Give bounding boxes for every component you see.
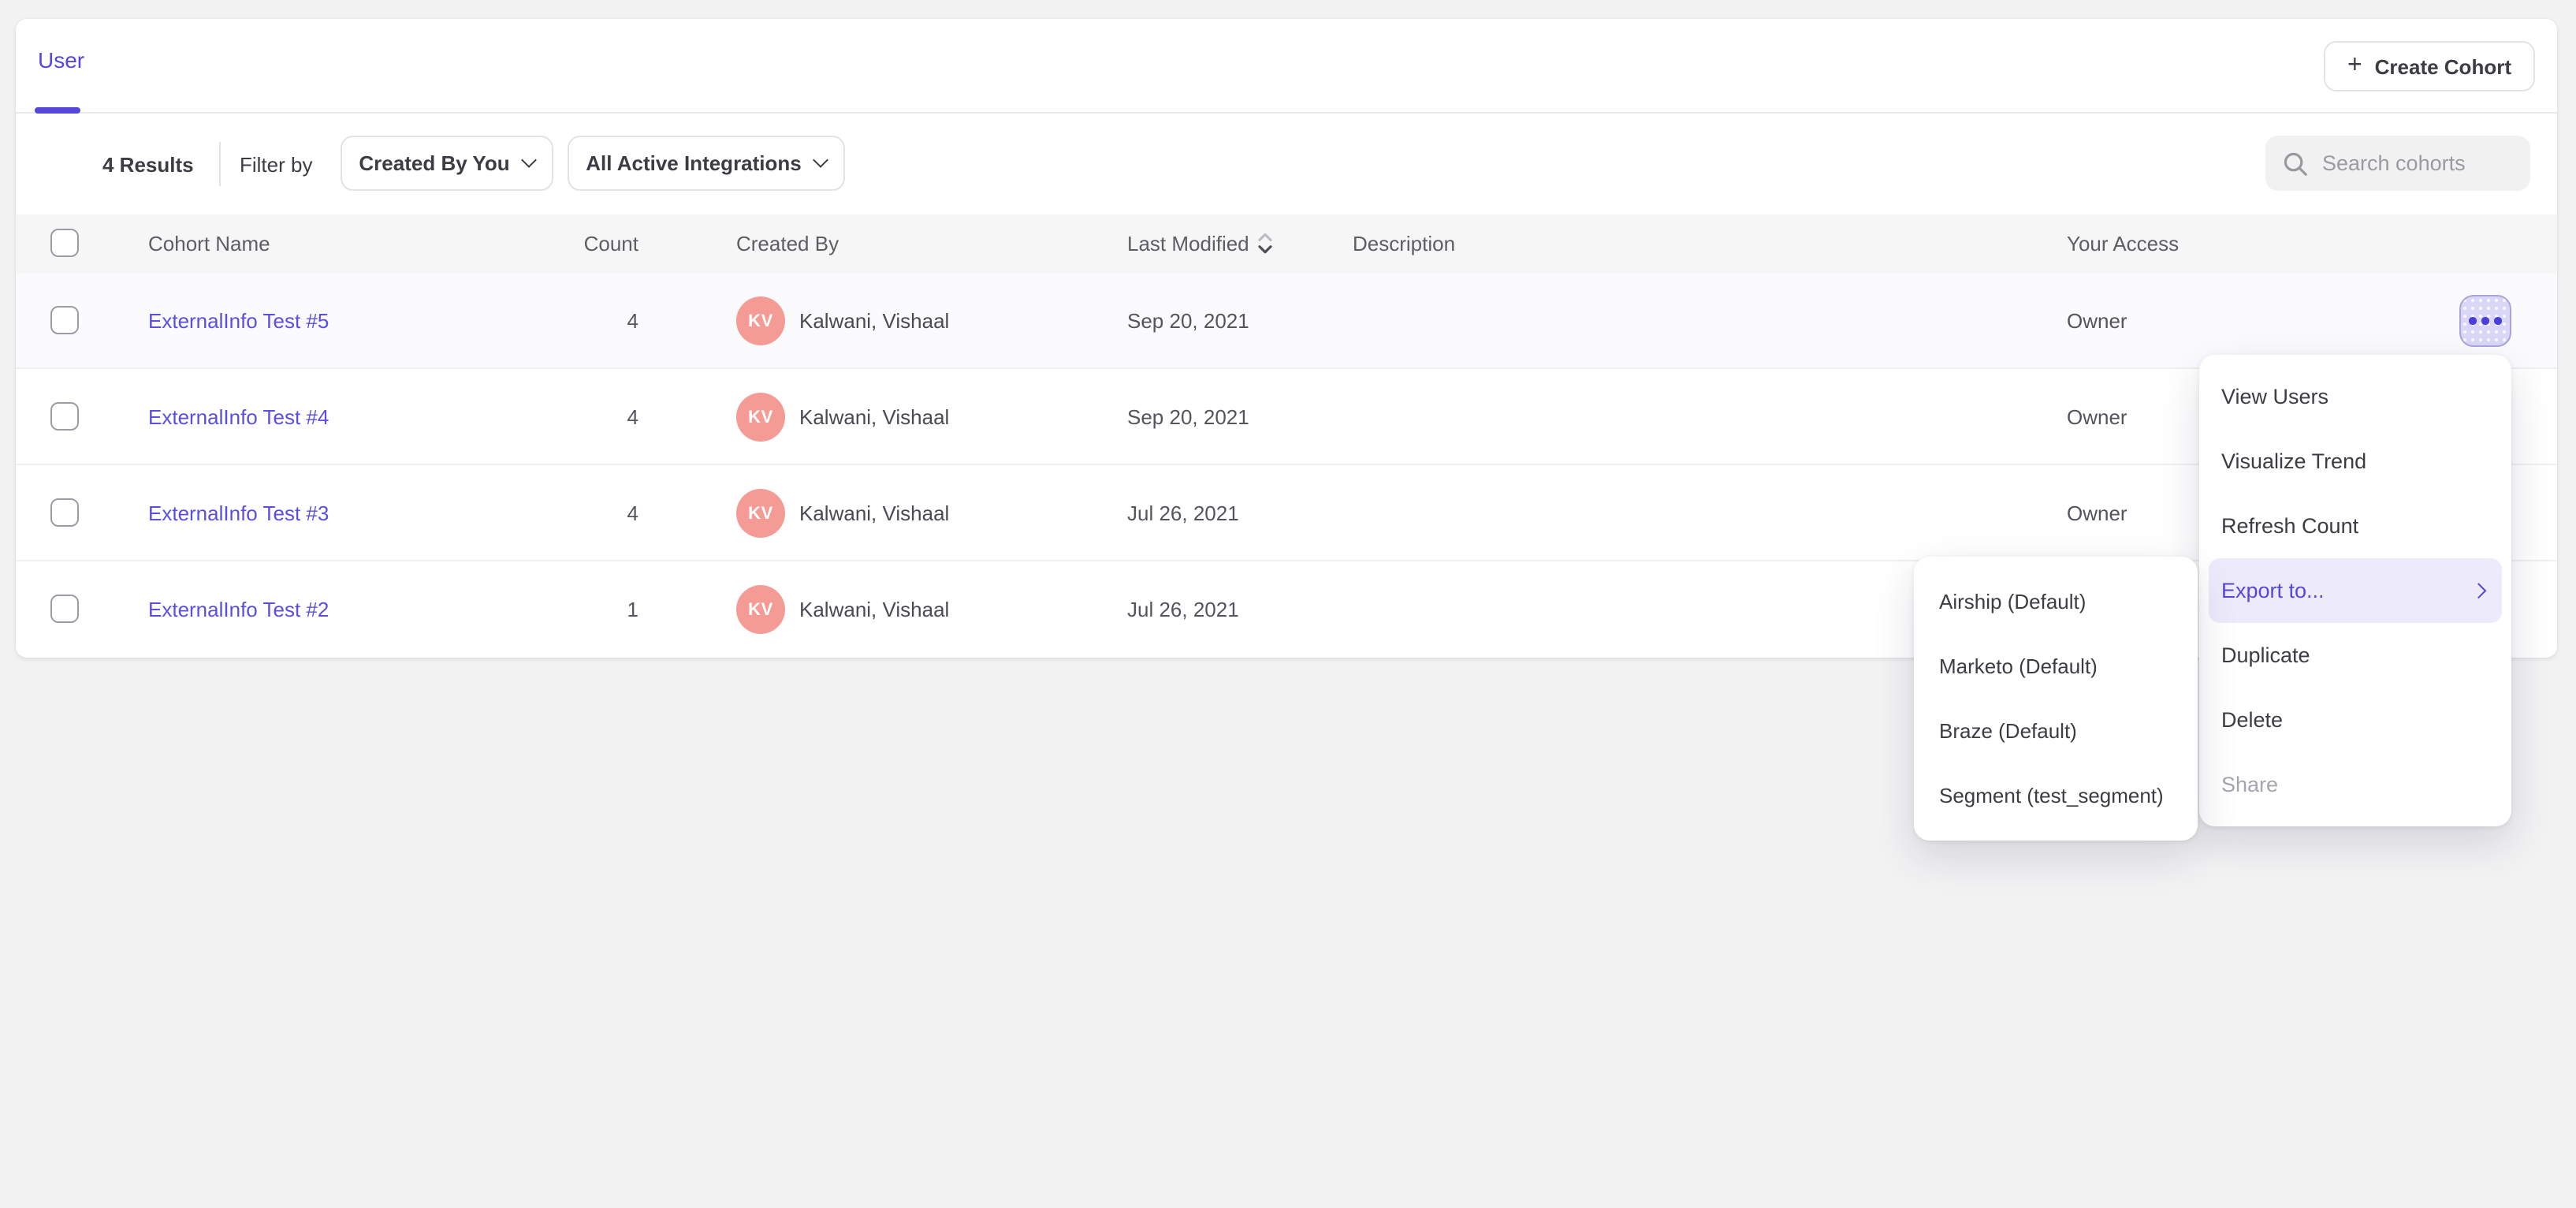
sort-descending-icon[interactable] <box>1259 232 1273 255</box>
row-checkbox[interactable] <box>50 402 79 431</box>
header-cohort-name: Cohort Name <box>148 214 270 273</box>
plus-icon: + <box>2347 53 2362 78</box>
create-cohort-button[interactable]: + Create Cohort <box>2324 41 2535 91</box>
search-cohorts-input[interactable] <box>2322 151 2511 175</box>
cohort-count: 4 <box>489 465 638 561</box>
table-row[interactable]: ExternalInfo Test #5 4 KV Kalwani, Visha… <box>16 273 2557 369</box>
last-modified-date: Jul 26, 2021 <box>1127 465 1239 561</box>
tab-bar: User + Create Cohort <box>16 19 2557 114</box>
cohort-name-link[interactable]: ExternalInfo Test #2 <box>148 561 329 658</box>
cohort-name-link[interactable]: ExternalInfo Test #3 <box>148 465 329 561</box>
integrations-dropdown[interactable]: All Active Integrations <box>568 136 845 191</box>
last-modified-date: Jul 26, 2021 <box>1127 561 1239 658</box>
row-actions-button[interactable] <box>2459 295 2511 347</box>
header-last-modified-label: Last Modified <box>1127 214 1249 273</box>
submenu-item-segment[interactable]: Segment (test_segment) <box>1914 763 2198 828</box>
cohorts-page: User + Create Cohort 4 Results Filter by… <box>0 0 2576 1208</box>
menu-item-share: Share <box>2199 752 2511 817</box>
tab-user[interactable]: User <box>38 47 84 73</box>
menu-item-visualize-trend[interactable]: Visualize Trend <box>2199 429 2511 494</box>
created-by-name: Kalwani, Vishaal <box>799 465 949 561</box>
avatar: KV <box>736 585 785 634</box>
header-created-by: Created By <box>736 214 839 273</box>
header-your-access: Your Access <box>2067 214 2179 273</box>
header-last-modified[interactable]: Last Modified <box>1127 214 1273 273</box>
created-by-name: Kalwani, Vishaal <box>799 369 949 465</box>
cohort-count: 4 <box>489 369 638 465</box>
search-cohorts-box[interactable] <box>2265 136 2530 191</box>
created-by-name: Kalwani, Vishaal <box>799 561 949 658</box>
access-level: Owner <box>2067 369 2127 465</box>
cohort-count: 1 <box>489 561 638 658</box>
created-by-dropdown-label: Created By You <box>359 151 509 175</box>
row-checkbox[interactable] <box>50 498 79 527</box>
cohort-count: 4 <box>489 273 638 369</box>
select-all-checkbox[interactable] <box>50 229 79 257</box>
filter-by-label: Filter by <box>240 153 312 177</box>
created-by-name: Kalwani, Vishaal <box>799 273 949 369</box>
integrations-dropdown-label: All Active Integrations <box>586 151 802 175</box>
avatar: KV <box>736 296 785 345</box>
chevron-down-icon <box>522 152 538 168</box>
last-modified-date: Sep 20, 2021 <box>1127 369 1249 465</box>
menu-item-refresh-count[interactable]: Refresh Count <box>2199 494 2511 558</box>
search-icon <box>2283 151 2308 176</box>
access-level: Owner <box>2067 465 2127 561</box>
access-level: Owner <box>2067 273 2127 369</box>
cohort-name-link[interactable]: ExternalInfo Test #4 <box>148 369 329 465</box>
menu-item-duplicate[interactable]: Duplicate <box>2199 623 2511 688</box>
avatar: KV <box>736 393 785 442</box>
table-header: Cohort Name Count Created By Last Modifi… <box>16 214 2557 273</box>
table-row[interactable]: ExternalInfo Test #3 4 KV Kalwani, Visha… <box>16 465 2557 561</box>
export-submenu: Airship (Default) Marketo (Default) Braz… <box>1914 557 2198 841</box>
divider <box>219 142 221 186</box>
filter-bar: 4 Results Filter by Created By You All A… <box>16 115 2557 214</box>
row-actions-menu: View Users Visualize Trend Refresh Count… <box>2199 355 2511 826</box>
submenu-item-braze[interactable]: Braze (Default) <box>1914 699 2198 763</box>
created-by-dropdown[interactable]: Created By You <box>341 136 553 191</box>
header-count: Count <box>489 214 638 273</box>
cohort-name-link[interactable]: ExternalInfo Test #5 <box>148 273 329 369</box>
menu-item-export-to-label: Export to... <box>2221 558 2325 623</box>
row-checkbox[interactable] <box>50 306 79 334</box>
submenu-chevron-icon <box>2470 583 2485 598</box>
create-cohort-label: Create Cohort <box>2375 54 2511 78</box>
chevron-down-icon <box>813 152 829 168</box>
avatar: KV <box>736 489 785 538</box>
submenu-item-marketo[interactable]: Marketo (Default) <box>1914 634 2198 699</box>
menu-item-delete[interactable]: Delete <box>2199 688 2511 752</box>
menu-item-export-to[interactable]: Export to... <box>2209 558 2502 623</box>
active-tab-indicator <box>35 107 80 114</box>
last-modified-date: Sep 20, 2021 <box>1127 273 1249 369</box>
submenu-item-airship[interactable]: Airship (Default) <box>1914 569 2198 634</box>
results-count: 4 Results <box>102 153 194 177</box>
row-checkbox[interactable] <box>50 595 79 623</box>
menu-item-view-users[interactable]: View Users <box>2199 364 2511 429</box>
header-description: Description <box>1353 214 1455 273</box>
table-row[interactable]: ExternalInfo Test #4 4 KV Kalwani, Visha… <box>16 369 2557 465</box>
